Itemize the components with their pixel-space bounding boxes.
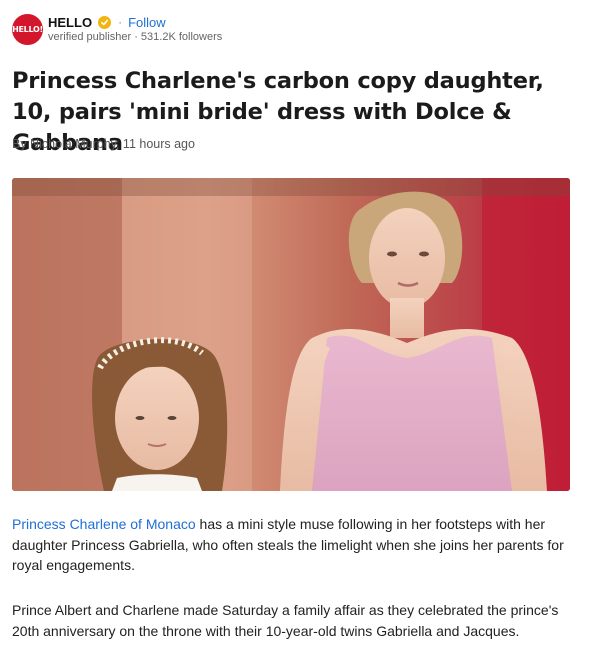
princess-charlene-link[interactable]: Princess Charlene of Monaco: [12, 516, 196, 532]
publisher-header: HELLO! HELLO · Follow verified publisher…: [12, 12, 572, 48]
follow-button[interactable]: Follow: [128, 15, 166, 30]
hero-image[interactable]: [12, 178, 570, 491]
verified-badge-icon: [98, 15, 112, 29]
separator-dot: ·: [118, 15, 123, 29]
article-paragraph-2: Prince Albert and Charlene made Saturday…: [12, 602, 559, 639]
publisher-name-row: HELLO · Follow: [48, 13, 166, 31]
publisher-logo[interactable]: HELLO!: [12, 14, 43, 45]
publisher-meta: verified publisher · 531.2K followers: [48, 31, 223, 43]
article-byline: By Nichola Murphy, 11 hours ago: [12, 137, 195, 151]
article-paragraph-1: Princess Charlene of Monaco has a mini s…: [12, 514, 577, 576]
publisher-name[interactable]: HELLO: [48, 15, 92, 30]
